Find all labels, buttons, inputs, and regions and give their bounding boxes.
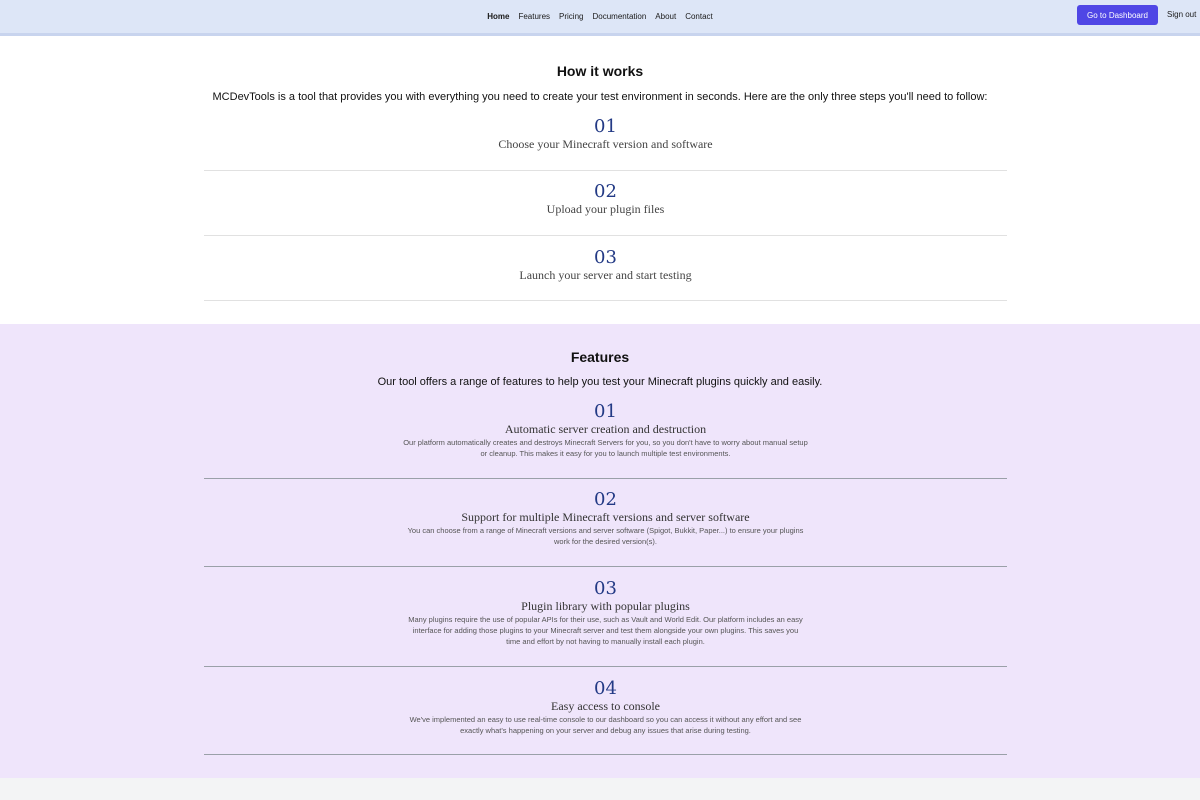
footer-strip <box>0 778 1200 800</box>
nav-link-documentation[interactable]: Documentation <box>588 12 651 21</box>
feature-number: 03 <box>594 578 617 599</box>
main-nav: Home Features Pricing Documentation Abou… <box>0 0 1200 33</box>
step-divider <box>204 170 1007 171</box>
feature-divider <box>204 566 1007 567</box>
feature-title: Plugin library with popular plugins <box>521 599 690 613</box>
feature-description: You can choose from a range of Minecraft… <box>407 526 804 546</box>
step-item: 03 Launch your server and start testing <box>204 247 1007 283</box>
feature-title: Automatic server creation and destructio… <box>504 422 707 436</box>
feature-item: 03 Plugin library with popular plugins M… <box>204 579 1007 647</box>
feature-divider <box>204 478 1007 479</box>
feature-divider <box>204 666 1007 667</box>
nav-link-pricing[interactable]: Pricing <box>555 12 588 21</box>
feature-description: Many plugins require the use of popular … <box>408 615 803 646</box>
sign-out-link[interactable]: Sign out <box>1167 10 1196 19</box>
step-text: Upload your plugin files <box>546 202 665 216</box>
features-title: Features <box>570 349 630 365</box>
feature-number: 01 <box>594 401 617 422</box>
step-text: Choose your Minecraft version and softwa… <box>498 137 713 151</box>
step-divider <box>204 300 1007 301</box>
step-number: 02 <box>594 181 617 202</box>
feature-title: Easy access to console <box>551 699 660 713</box>
nav-link-features[interactable]: Features <box>514 12 555 21</box>
how-it-works-intro: MCDevTools is a tool that provides you w… <box>212 91 988 103</box>
step-text: Launch your server and start testing <box>519 268 692 282</box>
feature-description: Our platform automatically creates and d… <box>403 438 808 458</box>
how-it-works-title: How it works <box>556 63 644 79</box>
features-section: Features Our tool offers a range of feat… <box>0 324 1200 778</box>
feature-divider <box>204 754 1007 755</box>
step-divider <box>204 235 1007 236</box>
step-item: 01 Choose your Minecraft version and sof… <box>204 116 1007 152</box>
feature-number: 04 <box>594 678 617 699</box>
feature-item: 02 Support for multiple Minecraft versio… <box>204 490 1007 547</box>
nav-link-contact[interactable]: Contact <box>681 12 718 21</box>
how-it-works-section: How it works MCDevTools is a tool that p… <box>0 39 1200 324</box>
feature-number: 02 <box>594 489 617 510</box>
feature-item: 01 Automatic server creation and destruc… <box>204 402 1007 459</box>
step-number: 01 <box>594 116 617 137</box>
step-number: 03 <box>594 247 617 268</box>
top-navbar: Home Features Pricing Documentation Abou… <box>0 0 1200 36</box>
feature-description: We've implemented an easy to use real-ti… <box>409 715 802 735</box>
nav-link-home[interactable]: Home <box>483 12 514 21</box>
feature-title: Support for multiple Minecraft versions … <box>461 510 750 524</box>
go-to-dashboard-button[interactable]: Go to Dashboard <box>1077 5 1158 25</box>
features-intro: Our tool offers a range of features to h… <box>377 376 823 388</box>
feature-item: 04 Easy access to console We've implemen… <box>204 679 1007 736</box>
nav-link-about[interactable]: About <box>651 12 681 21</box>
step-item: 02 Upload your plugin files <box>204 181 1007 217</box>
